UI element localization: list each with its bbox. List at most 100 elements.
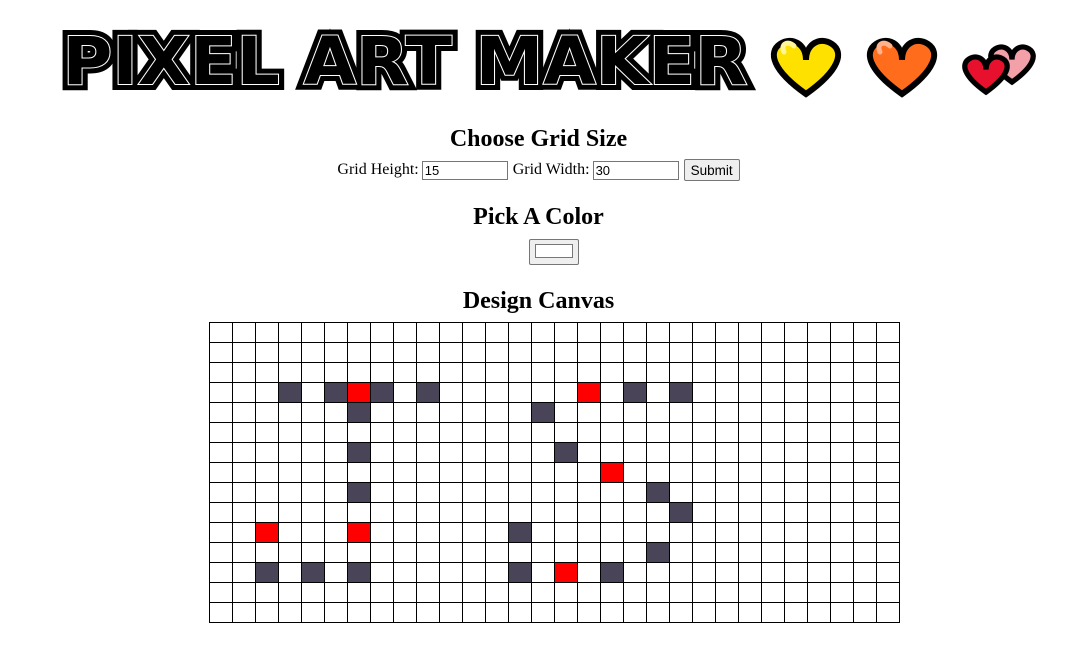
grid-cell[interactable]: [577, 322, 601, 343]
grid-cell[interactable]: [807, 382, 831, 403]
grid-cell[interactable]: [232, 402, 256, 423]
grid-cell[interactable]: [301, 422, 325, 443]
grid-cell[interactable]: [554, 382, 578, 403]
grid-cell[interactable]: [784, 342, 808, 363]
grid-cell[interactable]: [255, 442, 279, 463]
grid-cell[interactable]: [715, 422, 739, 443]
grid-cell[interactable]: [485, 482, 509, 503]
grid-cell[interactable]: [830, 342, 854, 363]
grid-cell[interactable]: [646, 522, 670, 543]
color-picker[interactable]: [529, 239, 579, 265]
grid-cell[interactable]: [531, 602, 555, 623]
grid-cell[interactable]: [577, 402, 601, 423]
grid-cell[interactable]: [692, 482, 716, 503]
grid-cell[interactable]: [623, 502, 647, 523]
grid-cell[interactable]: [807, 442, 831, 463]
grid-cell[interactable]: [301, 582, 325, 603]
grid-cell[interactable]: [646, 562, 670, 583]
grid-cell[interactable]: [439, 402, 463, 423]
grid-cell[interactable]: [646, 482, 670, 503]
grid-cell[interactable]: [485, 542, 509, 563]
grid-cell[interactable]: [508, 382, 532, 403]
grid-cell[interactable]: [301, 542, 325, 563]
grid-cell[interactable]: [278, 602, 302, 623]
grid-cell[interactable]: [324, 502, 348, 523]
grid-cell[interactable]: [347, 322, 371, 343]
grid-cell[interactable]: [370, 322, 394, 343]
grid-cell[interactable]: [715, 322, 739, 343]
grid-cell[interactable]: [416, 462, 440, 483]
grid-cell[interactable]: [485, 382, 509, 403]
grid-cell[interactable]: [324, 442, 348, 463]
grid-cell[interactable]: [715, 602, 739, 623]
grid-cell[interactable]: [830, 582, 854, 603]
grid-cell[interactable]: [761, 582, 785, 603]
grid-cell[interactable]: [462, 342, 486, 363]
grid-cell[interactable]: [715, 382, 739, 403]
grid-cell[interactable]: [876, 402, 900, 423]
grid-cell[interactable]: [508, 522, 532, 543]
grid-cell[interactable]: [531, 442, 555, 463]
grid-cell[interactable]: [255, 402, 279, 423]
grid-cell[interactable]: [646, 502, 670, 523]
grid-cell[interactable]: [623, 562, 647, 583]
grid-cell[interactable]: [600, 342, 624, 363]
grid-cell[interactable]: [784, 462, 808, 483]
grid-cell[interactable]: [232, 422, 256, 443]
grid-cell[interactable]: [439, 382, 463, 403]
grid-cell[interactable]: [715, 522, 739, 543]
grid-cell[interactable]: [416, 582, 440, 603]
grid-cell[interactable]: [416, 602, 440, 623]
grid-cell[interactable]: [669, 582, 693, 603]
grid-cell[interactable]: [209, 502, 233, 523]
grid-cell[interactable]: [876, 462, 900, 483]
grid-cell[interactable]: [301, 382, 325, 403]
grid-cell[interactable]: [209, 462, 233, 483]
grid-cell[interactable]: [715, 582, 739, 603]
grid-cell[interactable]: [324, 342, 348, 363]
grid-cell[interactable]: [715, 362, 739, 383]
grid-cell[interactable]: [646, 342, 670, 363]
grid-cell[interactable]: [416, 542, 440, 563]
grid-cell[interactable]: [416, 482, 440, 503]
grid-cell[interactable]: [554, 322, 578, 343]
grid-cell[interactable]: [393, 422, 417, 443]
grid-cell[interactable]: [209, 342, 233, 363]
grid-cell[interactable]: [439, 522, 463, 543]
grid-cell[interactable]: [853, 362, 877, 383]
grid-cell[interactable]: [830, 362, 854, 383]
grid-cell[interactable]: [531, 582, 555, 603]
grid-cell[interactable]: [278, 482, 302, 503]
grid-cell[interactable]: [646, 442, 670, 463]
grid-cell[interactable]: [830, 422, 854, 443]
grid-cell[interactable]: [209, 362, 233, 383]
grid-cell[interactable]: [439, 562, 463, 583]
grid-cell[interactable]: [485, 562, 509, 583]
grid-cell[interactable]: [853, 582, 877, 603]
grid-cell[interactable]: [462, 362, 486, 383]
grid-cell[interactable]: [669, 342, 693, 363]
grid-cell[interactable]: [232, 602, 256, 623]
grid-cell[interactable]: [807, 542, 831, 563]
grid-cell[interactable]: [347, 442, 371, 463]
grid-cell[interactable]: [853, 462, 877, 483]
grid-cell[interactable]: [508, 542, 532, 563]
grid-cell[interactable]: [439, 582, 463, 603]
grid-cell[interactable]: [761, 422, 785, 443]
grid-cell[interactable]: [738, 362, 762, 383]
grid-cell[interactable]: [646, 542, 670, 563]
grid-cell[interactable]: [853, 542, 877, 563]
grid-cell[interactable]: [278, 362, 302, 383]
grid-cell[interactable]: [876, 562, 900, 583]
grid-cell[interactable]: [715, 402, 739, 423]
grid-cell[interactable]: [623, 342, 647, 363]
grid-cell[interactable]: [623, 482, 647, 503]
grid-cell[interactable]: [255, 502, 279, 523]
grid-cell[interactable]: [853, 422, 877, 443]
grid-cell[interactable]: [255, 542, 279, 563]
grid-cell[interactable]: [301, 462, 325, 483]
grid-cell[interactable]: [761, 402, 785, 423]
grid-cell[interactable]: [232, 582, 256, 603]
grid-cell[interactable]: [738, 502, 762, 523]
grid-cell[interactable]: [393, 602, 417, 623]
